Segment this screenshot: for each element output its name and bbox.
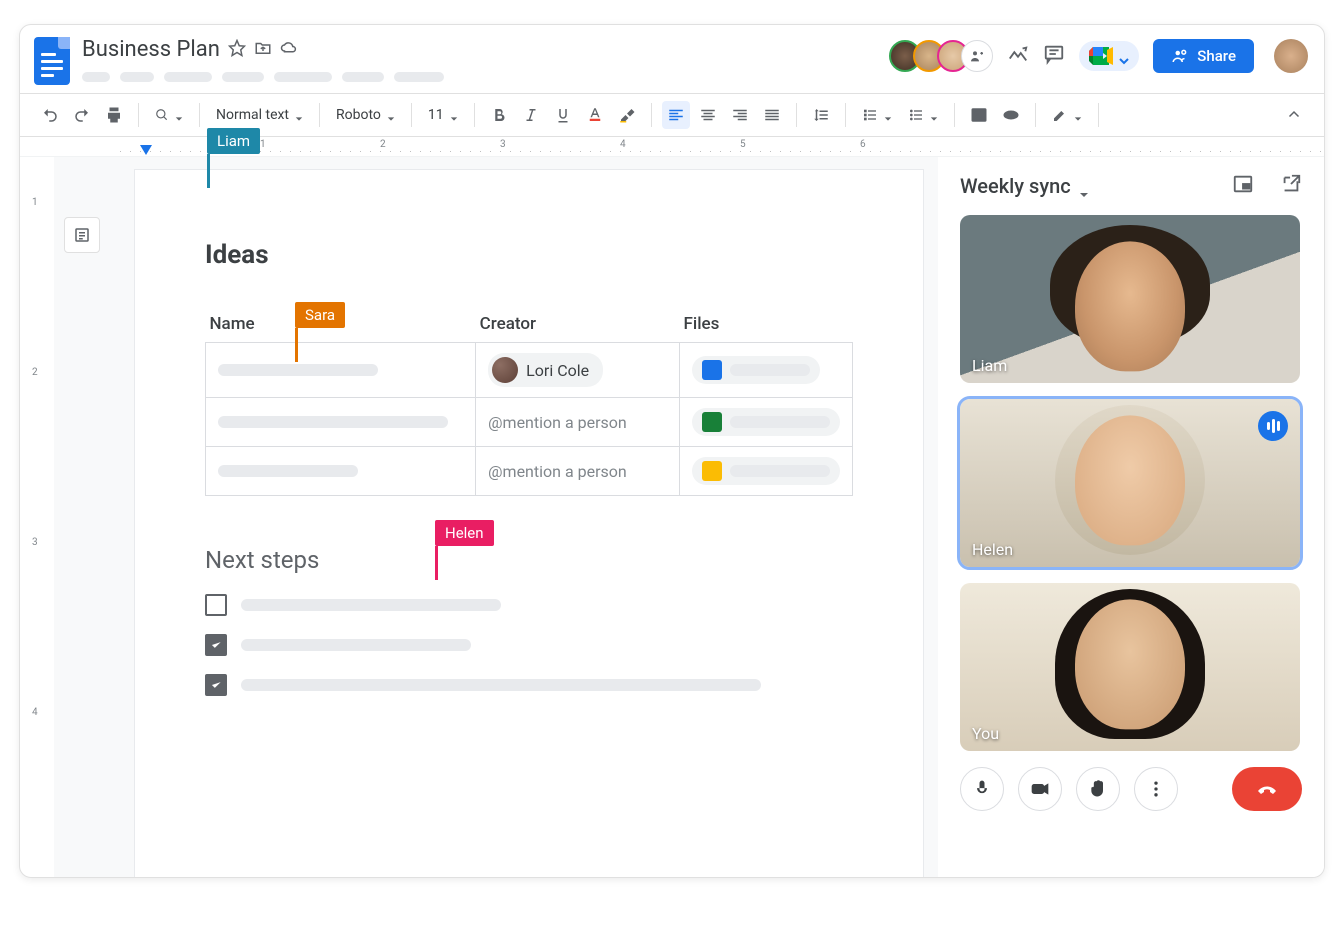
vertical-ruler[interactable]: 1 2 3 4: [20, 157, 54, 877]
collaborator-more[interactable]: [961, 40, 993, 72]
checklist-item[interactable]: [205, 594, 853, 616]
align-center-button[interactable]: [694, 101, 722, 129]
file-chip[interactable]: [692, 457, 840, 485]
font-dropdown[interactable]: Roboto: [330, 101, 401, 129]
slides-file-icon: [702, 461, 722, 481]
bold-button[interactable]: [485, 101, 513, 129]
document-title[interactable]: Business Plan: [82, 37, 220, 62]
collaborator-avatars[interactable]: [897, 40, 993, 72]
redo-button[interactable]: [68, 101, 96, 129]
print-button[interactable]: [100, 101, 128, 129]
line-spacing-button[interactable]: [807, 101, 835, 129]
tile-name: Liam: [972, 356, 1007, 375]
tile-name: Helen: [972, 540, 1013, 559]
insert-link-button[interactable]: [997, 101, 1025, 129]
highlight-button[interactable]: [613, 101, 641, 129]
table-row[interactable]: @mention a person: [206, 447, 853, 496]
camera-button[interactable]: [1018, 767, 1062, 811]
meet-controls: [960, 767, 1302, 811]
edit-surface: Liam Sara Helen Ideas Name Creator Files…: [54, 157, 938, 877]
collapse-toolbar-button[interactable]: [1280, 101, 1308, 129]
mention-chip[interactable]: Lori Cole: [488, 353, 603, 387]
document-page[interactable]: Liam Sara Helen Ideas Name Creator Files…: [134, 169, 924, 878]
col-creator: Creator: [476, 306, 680, 343]
style-dropdown[interactable]: Normal text: [210, 101, 309, 129]
app-window: Business Plan: [19, 24, 1325, 878]
mention-placeholder[interactable]: @mention a person: [488, 413, 627, 432]
align-right-button[interactable]: [726, 101, 754, 129]
activity-icon[interactable]: [1007, 43, 1029, 69]
bullet-list-button[interactable]: [902, 101, 944, 129]
indent-marker[interactable]: [140, 145, 152, 155]
chevron-down-icon: [1079, 181, 1089, 191]
fontsize-dropdown[interactable]: 11: [422, 101, 464, 129]
header: Business Plan: [20, 25, 1324, 93]
video-tile[interactable]: Liam: [960, 215, 1300, 383]
editing-mode-button[interactable]: [1046, 101, 1088, 129]
chevron-down-icon: [1119, 51, 1129, 61]
file-chip[interactable]: [692, 356, 820, 384]
checklist-button[interactable]: [856, 101, 898, 129]
account-avatar[interactable]: [1274, 39, 1308, 73]
meet-button[interactable]: [1079, 41, 1139, 71]
more-options-button[interactable]: [1134, 767, 1178, 811]
zoom-dropdown[interactable]: [149, 101, 189, 129]
outline-toggle-button[interactable]: [64, 217, 100, 253]
checkbox-checked[interactable]: [205, 674, 227, 696]
file-chip[interactable]: [692, 408, 840, 436]
comments-icon[interactable]: [1043, 43, 1065, 69]
align-justify-button[interactable]: [758, 101, 786, 129]
align-left-button[interactable]: [662, 101, 690, 129]
collaborator-cursor-liam: Liam: [207, 128, 260, 188]
video-tile[interactable]: You: [960, 583, 1300, 751]
table-row[interactable]: @mention a person: [206, 398, 853, 447]
hangup-button[interactable]: [1232, 767, 1302, 811]
heading-ideas[interactable]: Ideas: [205, 240, 269, 270]
ruler-tick: 5: [740, 139, 746, 150]
mic-button[interactable]: [960, 767, 1004, 811]
raise-hand-button[interactable]: [1076, 767, 1120, 811]
tile-name: You: [972, 724, 999, 743]
pip-icon[interactable]: [1232, 173, 1254, 199]
text-color-button[interactable]: [581, 101, 609, 129]
ruler-tick: 4: [620, 139, 626, 150]
undo-button[interactable]: [36, 101, 64, 129]
italic-button[interactable]: [517, 101, 545, 129]
checklist-item[interactable]: [205, 674, 853, 696]
video-tile-active[interactable]: Helen: [960, 399, 1300, 567]
title-area: Business Plan: [82, 33, 897, 82]
move-icon[interactable]: [254, 39, 272, 61]
mention-placeholder[interactable]: @mention a person: [488, 462, 627, 481]
popout-icon[interactable]: [1280, 173, 1302, 199]
col-files: Files: [680, 306, 853, 343]
checklist-item[interactable]: [205, 634, 853, 656]
docs-logo[interactable]: [30, 33, 74, 89]
heading-next-steps[interactable]: Next steps: [205, 546, 853, 574]
ruler-tick: 1: [260, 139, 266, 150]
underline-button[interactable]: [549, 101, 577, 129]
sheets-file-icon: [702, 412, 722, 432]
share-label: Share: [1197, 47, 1236, 65]
menu-bar[interactable]: [82, 72, 897, 82]
ruler-tick: 2: [380, 139, 386, 150]
insert-image-button[interactable]: [965, 101, 993, 129]
ruler-tick: 3: [500, 139, 506, 150]
checkbox-unchecked[interactable]: [205, 594, 227, 616]
collaborator-cursor-helen: Helen: [435, 520, 494, 580]
meet-title-dropdown[interactable]: Weekly sync: [960, 174, 1089, 198]
speaking-indicator-icon: [1258, 411, 1288, 441]
docs-file-icon: [702, 360, 722, 380]
collaborator-cursor-sara: Sara: [295, 302, 345, 362]
checkbox-checked[interactable]: [205, 634, 227, 656]
share-button[interactable]: Share: [1153, 39, 1254, 73]
star-icon[interactable]: [228, 39, 246, 61]
meet-sidebar: Weekly sync Liam Helen You: [938, 157, 1324, 877]
meet-icon: [1089, 47, 1113, 65]
avatar: [492, 357, 518, 383]
ruler-tick: 6: [860, 139, 866, 150]
cloud-status-icon[interactable]: [280, 39, 298, 61]
